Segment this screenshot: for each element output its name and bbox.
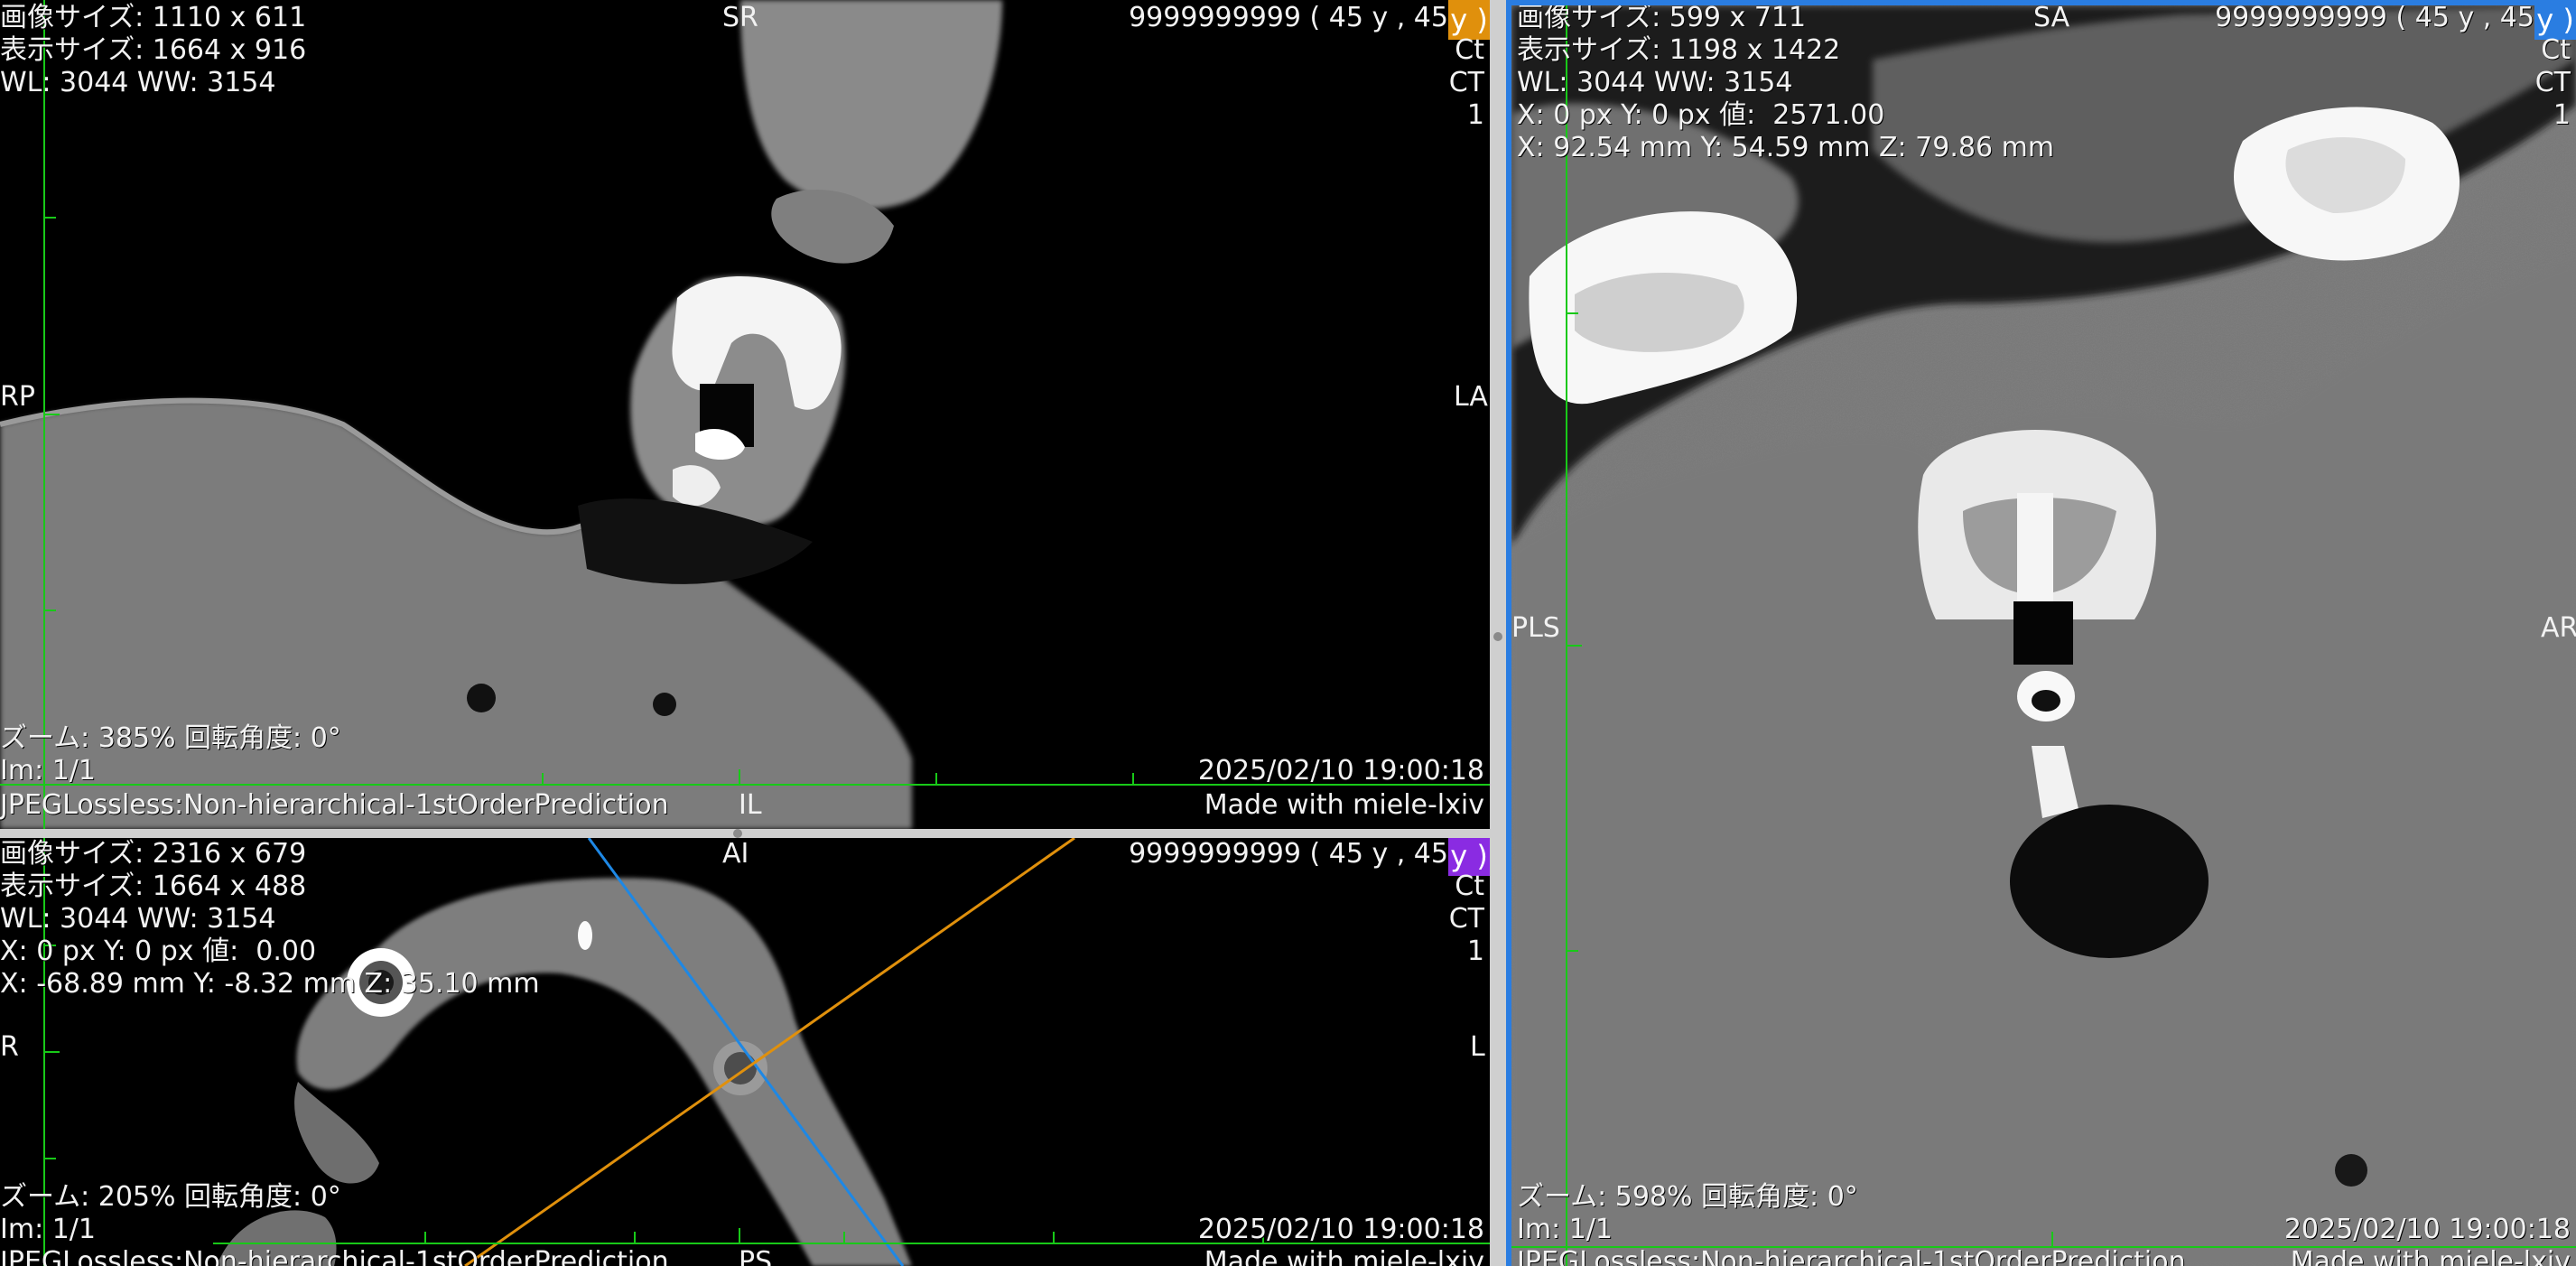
pixel-value-label: X: 0 px Y: 0 px 値: 2571.00 xyxy=(1517,99,1885,131)
ct-slice-image[interactable] xyxy=(0,0,1490,829)
made-with-label: Made with miele-lxiv xyxy=(1204,789,1484,821)
ruler-tick xyxy=(1132,773,1134,784)
modality-short: Ct xyxy=(1455,870,1484,902)
ruler-tick xyxy=(1053,1232,1055,1243)
orientation-top: AI xyxy=(722,838,749,870)
display-size-label: 表示サイズ: 1664 x 916 xyxy=(0,34,307,66)
image-index-label: Im: 1/1 xyxy=(1517,1214,1613,1245)
ruler-tick xyxy=(843,1232,845,1243)
ruler-tick xyxy=(43,610,56,611)
zoom-rotation-label: ズーム: 598% 回転角度: 0° xyxy=(1517,1181,1858,1213)
patient-info: 9999999999 ( 45 y , 45 xyxy=(1129,838,1448,870)
date-time-label: 2025/02/10 19:00:18 xyxy=(1197,1214,1484,1245)
series-number: 1 xyxy=(1466,99,1484,131)
patient-info: 9999999999 ( 45 y , 45 xyxy=(1129,2,1448,33)
ruler-tick xyxy=(424,1232,426,1243)
modality-short: Ct xyxy=(2541,34,2571,66)
ruler-tick xyxy=(634,1232,636,1243)
orientation-bottom: PS xyxy=(739,1246,773,1266)
orientation-right: LA xyxy=(1454,381,1488,413)
mm-coordinates-label: X: 92.54 mm Y: 54.59 mm Z: 79.86 mm xyxy=(1517,132,2055,163)
orientation-left: R xyxy=(0,1031,19,1063)
ruler-tick xyxy=(43,217,56,219)
ruler-tick xyxy=(542,773,544,784)
series-number: 1 xyxy=(2553,99,2571,131)
orientation-left: RP xyxy=(0,381,35,413)
display-size-label: 表示サイズ: 1664 x 488 xyxy=(0,870,307,902)
viewport-top-left[interactable]: 画像サイズ: 1110 x 611 表示サイズ: 1664 x 916 WL: … xyxy=(0,0,1490,829)
ruler-tick xyxy=(935,773,937,784)
orientation-left: PLS xyxy=(1511,612,1560,644)
compression-label: JPEGLossless:Non-hierarchical-1stOrderPr… xyxy=(0,1246,669,1266)
viewport-bottom-left[interactable]: 画像サイズ: 2316 x 679 表示サイズ: 1664 x 488 WL: … xyxy=(0,838,1490,1266)
ruler-tick xyxy=(739,769,740,784)
image-size-label: 画像サイズ: 2316 x 679 xyxy=(0,838,307,870)
mm-coordinates-label: X: -68.89 mm Y: -8.32 mm Z: 35.10 mm xyxy=(0,968,540,1000)
ruler-vertical xyxy=(1566,5,1567,1266)
modality-short: Ct xyxy=(1455,34,1484,66)
modality: CT xyxy=(2534,67,2571,98)
modality: CT xyxy=(1448,67,1484,98)
orientation-bottom: IL xyxy=(739,789,762,821)
horizontal-splitter[interactable] xyxy=(0,829,1490,838)
splitter-grip[interactable] xyxy=(733,829,742,838)
vertical-splitter[interactable] xyxy=(1490,0,1506,1266)
image-index-label: Im: 1/1 xyxy=(0,1214,96,1245)
viewport-right-active[interactable]: 画像サイズ: 599 x 711 表示サイズ: 1198 x 1422 WL: … xyxy=(1506,0,2576,1266)
window-level-label: WL: 3044 WW: 3154 xyxy=(1517,67,1793,98)
window-level-label: WL: 3044 WW: 3154 xyxy=(0,903,276,935)
ruler-tick xyxy=(1566,312,1578,314)
image-size-label: 画像サイズ: 1110 x 611 xyxy=(0,2,307,33)
pixel-value-label: X: 0 px Y: 0 px 値: 0.00 xyxy=(0,936,317,967)
zoom-rotation-label: ズーム: 205% 回転角度: 0° xyxy=(0,1181,341,1213)
compression-label: JPEGLossless:Non-hierarchical-1stOrderPr… xyxy=(0,789,669,821)
ct-slice-image[interactable] xyxy=(1511,5,2576,1266)
modality: CT xyxy=(1448,903,1484,935)
window-level-label: WL: 3044 WW: 3154 xyxy=(0,67,276,98)
date-time-label: 2025/02/10 19:00:18 xyxy=(2283,1214,2571,1245)
ruler-tick xyxy=(43,1051,60,1053)
display-size-label: 表示サイズ: 1198 x 1422 xyxy=(1517,34,1841,66)
zoom-rotation-label: ズーム: 385% 回転角度: 0° xyxy=(0,722,341,754)
ruler-tick xyxy=(1566,950,1578,952)
ruler-tick xyxy=(739,1228,740,1243)
splitter-grip[interactable] xyxy=(1493,632,1502,641)
image-index-label: Im: 1/1 xyxy=(0,755,96,787)
orientation-top: SR xyxy=(722,2,758,33)
image-size-label: 画像サイズ: 599 x 711 xyxy=(1517,2,1807,33)
series-number: 1 xyxy=(1466,936,1484,967)
orientation-top: SA xyxy=(2033,2,2070,33)
orientation-right: L xyxy=(1470,1031,1485,1063)
patient-info: 9999999999 ( 45 y , 45 xyxy=(2215,2,2534,33)
made-with-label: Made with miele-lxiv xyxy=(2290,1246,2571,1266)
ruler-tick xyxy=(43,414,60,415)
orientation-right: ARI xyxy=(2541,612,2576,644)
ruler-tick xyxy=(2051,1232,2053,1246)
made-with-label: Made with miele-lxiv xyxy=(1204,1246,1484,1266)
ruler-tick xyxy=(43,1158,56,1159)
compression-label: JPEGLossless:Non-hierarchical-1stOrderPr… xyxy=(1517,1246,2186,1266)
ruler-tick xyxy=(1566,645,1582,647)
date-time-label: 2025/02/10 19:00:18 xyxy=(1197,755,1484,787)
